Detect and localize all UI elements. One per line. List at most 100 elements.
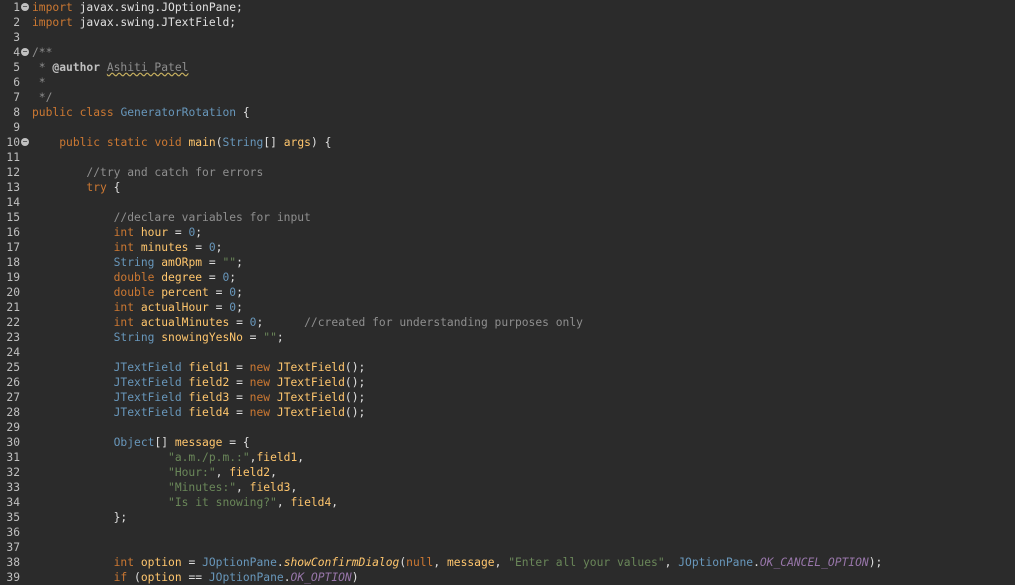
code-line[interactable]: 28 JTextField field4 = new JTextField(); — [0, 405, 1015, 420]
code-line[interactable]: 3 — [0, 30, 1015, 45]
code-line[interactable]: 9 — [0, 120, 1015, 135]
code-line[interactable]: 14 — [0, 195, 1015, 210]
line-number: 24 — [6, 346, 20, 359]
code-line[interactable]: 27 JTextField field3 = new JTextField(); — [0, 390, 1015, 405]
code-line[interactable]: 38 int option = JOptionPane.showConfirmD… — [0, 555, 1015, 570]
code-token: [] — [263, 136, 284, 149]
code-line[interactable]: 8 public class GeneratorRotation { — [0, 105, 1015, 120]
code-token: field3 — [188, 391, 230, 404]
fold-collapse-icon[interactable]: − — [21, 3, 29, 11]
code-token: , — [215, 466, 230, 479]
code-line[interactable]: 16 int hour = 0; — [0, 225, 1015, 240]
code-token: ) { — [310, 136, 332, 149]
code-line[interactable]: 17 int minutes = 0; — [0, 240, 1015, 255]
line-number: 19 — [6, 271, 20, 284]
code-token: null — [406, 556, 434, 569]
code-token: new — [249, 391, 271, 404]
code-text: int hour = 0; — [32, 225, 202, 240]
code-token: degree — [161, 271, 203, 284]
code-line[interactable]: 31 "a.m./p.m.:",field1, — [0, 450, 1015, 465]
code-token: "a.m./p.m.:" — [168, 451, 250, 464]
code-line[interactable]: 30 Object[] message = { — [0, 435, 1015, 450]
code-line[interactable]: 2 import javax.swing.JTextField; — [0, 15, 1015, 30]
code-line[interactable]: 11 — [0, 150, 1015, 165]
code-line[interactable]: 20 double percent = 0; — [0, 285, 1015, 300]
code-token: = — [202, 271, 223, 284]
code-text: "a.m./p.m.:",field1, — [32, 450, 304, 465]
code-line[interactable]: 39 if (option == JOptionPane.OK_OPTION) — [0, 570, 1015, 585]
code-line[interactable]: 12 //try and catch for errors — [0, 165, 1015, 180]
code-text: import javax.swing.JOptionPane; — [32, 0, 243, 15]
code-line[interactable]: 7 */ — [0, 90, 1015, 105]
code-text: * — [32, 75, 46, 90]
line-number: 5 — [13, 61, 20, 74]
code-text: String snowingYesNo = ""; — [32, 330, 284, 345]
code-text: String amORpm = ""; — [32, 255, 243, 270]
code-line[interactable]: 5 * @author Ashiti Patel — [0, 60, 1015, 75]
code-token: String — [113, 256, 155, 269]
code-token: minutes — [140, 241, 189, 254]
code-token: */ — [32, 91, 53, 104]
code-text: * @author Ashiti Patel — [32, 60, 189, 75]
code-token: int — [113, 556, 135, 569]
code-token: JTextField — [113, 406, 182, 419]
code-line[interactable]: 29 — [0, 420, 1015, 435]
code-token: amORpm — [161, 256, 203, 269]
code-token: ; — [276, 331, 284, 344]
code-line[interactable]: 6 * — [0, 75, 1015, 90]
code-token: JTextField — [276, 406, 345, 419]
code-line[interactable]: 1− import javax.swing.JOptionPane; — [0, 0, 1015, 15]
code-token: = — [181, 556, 203, 569]
code-line[interactable]: 4−/** — [0, 45, 1015, 60]
code-text: JTextField field2 = new JTextField(); — [32, 375, 366, 390]
code-token: { — [236, 106, 250, 119]
code-line[interactable]: 18 String amORpm = ""; — [0, 255, 1015, 270]
code-text: //try and catch for errors — [32, 165, 263, 180]
code-token: double — [113, 286, 155, 299]
code-token: ; — [236, 301, 243, 314]
code-line[interactable]: 21 int actualHour = 0; — [0, 300, 1015, 315]
code-text: JTextField field3 = new JTextField(); — [32, 390, 366, 405]
code-line[interactable]: 19 double degree = 0; — [0, 270, 1015, 285]
code-line[interactable]: 26 JTextField field2 = new JTextField(); — [0, 375, 1015, 390]
code-line[interactable]: 24 — [0, 345, 1015, 360]
code-token: = — [208, 286, 230, 299]
code-text: /** — [32, 45, 52, 60]
code-token: option — [140, 556, 182, 569]
code-line[interactable]: 36 — [0, 525, 1015, 540]
code-line[interactable]: 22 int actualMinutes = 0; //created for … — [0, 315, 1015, 330]
code-token: , — [494, 556, 509, 569]
code-line[interactable]: 25 JTextField field1 = new JTextField(); — [0, 360, 1015, 375]
line-number: 7 — [13, 91, 20, 104]
code-text: int actualMinutes = 0; //created for und… — [32, 315, 583, 330]
code-line[interactable]: 34 "Is it snowing?", field4, — [0, 495, 1015, 510]
code-token: snowingYesNo — [161, 331, 243, 344]
code-line[interactable]: 10− public static void main(String[] arg… — [0, 135, 1015, 150]
code-line[interactable]: 23 String snowingYesNo = ""; — [0, 330, 1015, 345]
line-number: 3 — [13, 31, 20, 44]
code-line[interactable]: 35 }; — [0, 510, 1015, 525]
code-line[interactable]: 15 //declare variables for input — [0, 210, 1015, 225]
code-editor[interactable]: 1− import javax.swing.JOptionPane; 2 import… — [0, 0, 1015, 584]
code-text: "Hour:", field2, — [32, 465, 277, 480]
code-token: int — [113, 316, 135, 329]
code-line[interactable]: 37 — [0, 540, 1015, 555]
code-token: ; — [215, 241, 223, 254]
code-line[interactable]: 32 "Hour:", field2, — [0, 465, 1015, 480]
code-text: }; — [32, 510, 128, 525]
code-token: public — [32, 106, 73, 119]
code-line[interactable]: 33 "Minutes:", field3, — [0, 480, 1015, 495]
code-token: = — [202, 256, 223, 269]
fold-collapse-icon[interactable]: − — [21, 138, 29, 146]
code-token: . — [753, 556, 760, 569]
code-line[interactable]: 13 try { — [0, 180, 1015, 195]
fold-collapse-icon[interactable]: − — [21, 48, 29, 56]
line-number: 31 — [6, 451, 20, 464]
